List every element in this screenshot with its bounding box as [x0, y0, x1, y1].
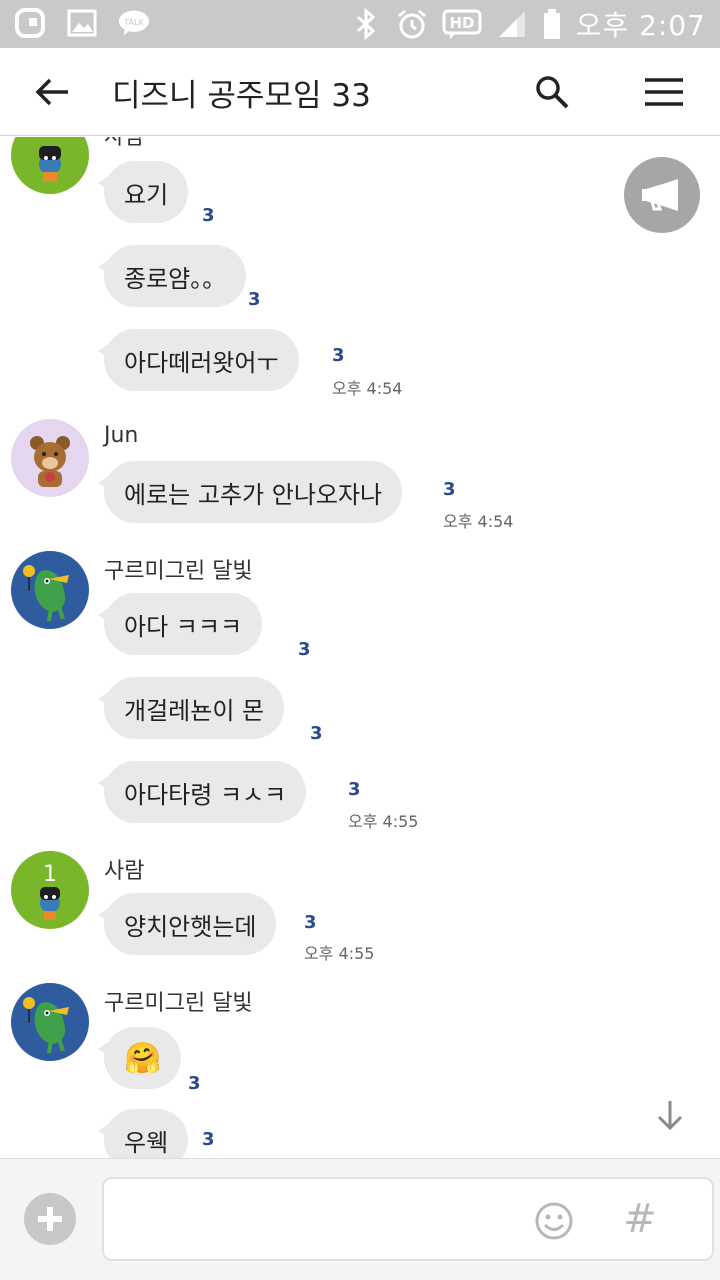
message-text: 🤗 [124, 1040, 162, 1076]
message-input[interactable] [118, 1179, 518, 1259]
unread-count: 3 [202, 1129, 215, 1150]
message-bubble[interactable]: 양치안햇는데 [97, 893, 277, 955]
message-text: 우웩 [124, 1128, 169, 1157]
unread-count: 3 [298, 639, 311, 660]
avatar-jun[interactable] [11, 419, 89, 497]
hd-label: HD [449, 14, 474, 32]
message-bubble[interactable]: 요기 [97, 161, 189, 223]
unread-count: 3 [443, 479, 456, 500]
talk-icon-label: TALK [123, 18, 144, 27]
menu-button[interactable] [640, 68, 688, 116]
message-bubble[interactable]: 우웩 [97, 1109, 189, 1158]
message-text: 에로는 고추가 안나오자나 [124, 480, 383, 509]
hashtag-button[interactable]: # [618, 1195, 662, 1243]
unread-count: 3 [304, 912, 317, 933]
notice-button[interactable] [624, 157, 700, 233]
message-input-box: # [102, 1177, 714, 1261]
message-bubble[interactable]: 아다떼러왓어ㅜ [98, 329, 299, 391]
avatar-saram[interactable]: 1 [11, 851, 89, 929]
message-input-bar: # [0, 1158, 720, 1280]
message-bubble[interactable]: 종로얌。。 [97, 245, 247, 307]
unread-count: 3 [332, 345, 345, 366]
avatar-saram[interactable] [11, 137, 89, 194]
unread-count: 3 [248, 289, 261, 310]
talk-icon: TALK [118, 7, 150, 39]
back-arrow-icon [35, 78, 68, 106]
message-text: 아다 ㅋㅋㅋ [124, 612, 243, 641]
gallery-icon [66, 7, 98, 39]
chat-header: 디즈니 공주모임 33 [0, 48, 720, 136]
avatar-moonlight[interactable] [11, 983, 89, 1061]
message-text: 요기 [124, 180, 169, 209]
olleh-icon [14, 7, 46, 39]
alarm-icon [396, 8, 428, 40]
search-button[interactable] [528, 68, 576, 116]
chat-room-title: 디즈니 공주모임 33 [112, 78, 371, 114]
hashtag-icon: # [623, 1196, 657, 1242]
message-text: 아다떼러왓어ㅜ [124, 348, 279, 377]
sender-name: 사람 [104, 137, 145, 150]
emoji-button[interactable] [532, 1199, 576, 1243]
hd-voice-icon: HD [442, 8, 482, 40]
signal-icon [496, 8, 528, 40]
search-icon [536, 76, 569, 109]
sender-name: Jun [104, 423, 139, 448]
message-text: 아다타령 ㅋㅅㅋ [124, 780, 287, 809]
status-time: 오후 2:07 [575, 9, 706, 42]
unread-count: 3 [348, 779, 361, 800]
message-text: 종로얌。。 [124, 264, 227, 293]
avatar-moonlight[interactable] [11, 551, 89, 629]
back-button[interactable] [28, 68, 76, 116]
attach-button[interactable] [24, 1193, 76, 1245]
plus-icon [38, 1207, 62, 1231]
sender-name: 구르미그린 달빛 [104, 991, 253, 1016]
message-bubble[interactable]: 개걸레뇬이 몬 [97, 677, 285, 739]
unread-count: 3 [188, 1073, 201, 1094]
emoji-icon [535, 1202, 573, 1240]
bluetooth-icon [350, 8, 382, 40]
message-bubble[interactable]: 에로는 고추가 안나오자나 [97, 461, 403, 523]
message-text: 양치안햇는데 [124, 912, 257, 941]
message-bubble[interactable]: 아다타령 ㅋㅅㅋ [97, 761, 307, 823]
unread-count: 3 [202, 205, 215, 226]
message-time: 오후 4:54 [443, 512, 514, 531]
battery-icon [542, 8, 562, 40]
arrow-down-icon [657, 1101, 683, 1131]
status-bar: TALK HD 오후 2:07 [0, 0, 720, 48]
scroll-to-bottom-button[interactable] [650, 1095, 690, 1135]
message-time: 오후 4:54 [332, 379, 403, 398]
message-time: 오후 4:55 [304, 944, 375, 963]
unread-count: 3 [310, 723, 323, 744]
message-bubble[interactable]: 아다 ㅋㅋㅋ [97, 593, 263, 655]
message-bubble[interactable]: 🤗 [97, 1027, 182, 1089]
sender-name: 구르미그린 달빛 [104, 559, 253, 584]
menu-icon [645, 78, 683, 106]
megaphone-icon [642, 179, 678, 211]
chat-message-list[interactable]: 사람 요기 3 종로얌。。 3 아다떼러왓어ㅜ 3 오후 4:54 Jun 에로… [0, 137, 720, 1158]
sender-name: 사람 [104, 859, 145, 884]
avatar-badge: 1 [43, 862, 57, 887]
message-time: 오후 4:55 [348, 812, 419, 831]
message-text: 개걸레뇬이 몬 [124, 696, 265, 725]
